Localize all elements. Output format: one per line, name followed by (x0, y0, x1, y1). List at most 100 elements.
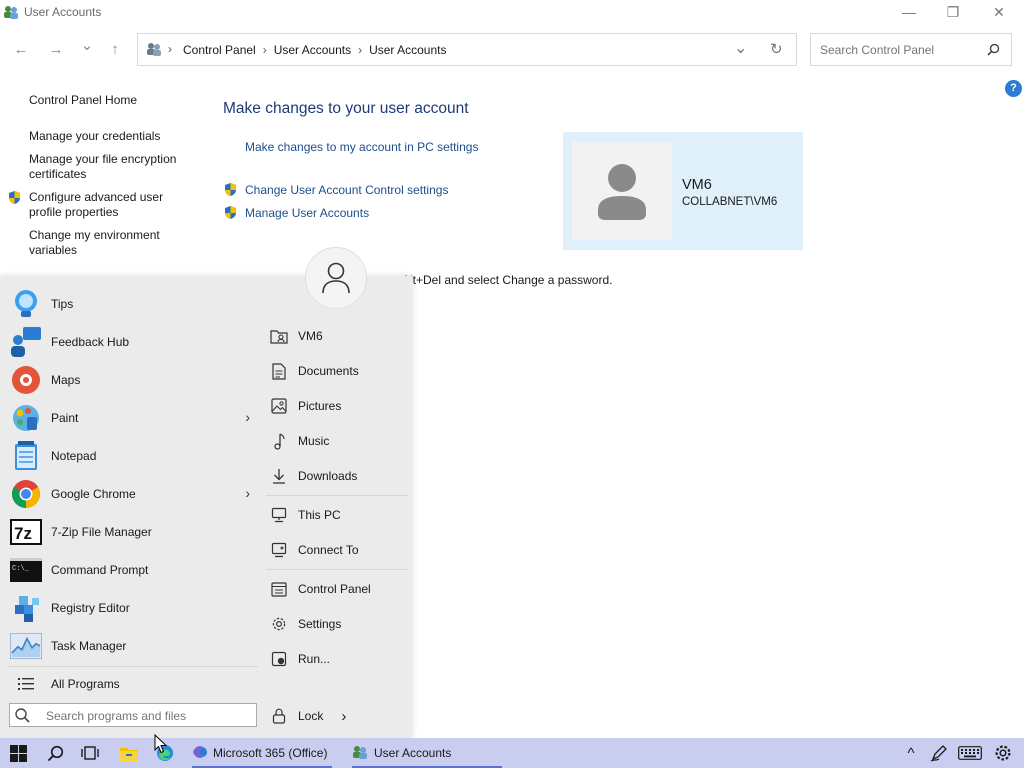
program-task-manager[interactable]: Task Manager (10, 629, 256, 663)
navigation-bar: ← → ⌄ ↑ › Control Panel › User Accounts › Us… (0, 30, 1024, 70)
program-feedback-hub[interactable]: Feedback Hub (10, 325, 256, 359)
notepad-icon (10, 440, 42, 472)
tray-overflow-chevron-icon[interactable]: ^ (900, 742, 922, 764)
mouse-cursor-icon (154, 733, 168, 757)
program-maps[interactable]: Maps (10, 363, 256, 397)
recent-locations-button[interactable]: ⌄ (77, 36, 97, 56)
start-item-music[interactable]: Music (268, 426, 408, 456)
breadcrumb-user-accounts-current[interactable]: User Accounts (369, 43, 446, 57)
submenu-chevron-icon[interactable]: › (245, 409, 250, 425)
forward-button[interactable]: → (46, 40, 66, 60)
back-button[interactable]: ← (11, 40, 31, 60)
start-item-this-pc[interactable]: This PC (268, 500, 408, 530)
uac-shield-icon (7, 190, 22, 208)
address-bar[interactable]: › Control Panel › User Accounts › User Accou… (137, 33, 797, 66)
touch-keyboard-icon[interactable] (957, 742, 983, 764)
minimize-button[interactable]: — (886, 0, 932, 24)
start-button-windows-icon[interactable] (7, 742, 29, 764)
start-item-documents[interactable]: Documents (268, 356, 408, 386)
program-7zip[interactable]: 7z 7-Zip File Manager (10, 515, 256, 549)
pen-ink-icon[interactable] (928, 742, 950, 764)
svg-text:C:\_: C:\_ (12, 565, 30, 573)
taskbar-app-microsoft-365[interactable]: Microsoft 365 (Office) (192, 738, 337, 768)
lock-label: Lock (298, 709, 324, 723)
breadcrumb-user-accounts[interactable]: User Accounts (274, 43, 351, 57)
control-panel-location-icon (146, 41, 162, 60)
task-view-icon[interactable] (79, 742, 101, 764)
start-item-vm6[interactable]: VM6 (268, 321, 408, 351)
program-label: 7-Zip File Manager (51, 525, 152, 539)
breadcrumb-control-panel[interactable]: Control Panel (183, 43, 256, 57)
start-item-label: Control Panel (298, 582, 371, 596)
program-notepad[interactable]: Notepad (10, 439, 256, 473)
taskbar-app-user-accounts[interactable]: User Accounts (352, 738, 502, 768)
search-control-panel-box[interactable] (810, 33, 1012, 66)
search-icon[interactable] (987, 43, 1000, 59)
change-password-hint: +Alt+Del and select Change a password. (395, 273, 613, 287)
music-icon (268, 430, 290, 452)
start-menu: Tips Feedback Hub Maps Paint › Notepad G… (0, 247, 412, 738)
user-accounts-taskbar-icon (352, 744, 368, 763)
program-registry-editor[interactable]: Registry Editor (10, 591, 256, 625)
start-search-input[interactable] (44, 708, 248, 724)
uac-settings-link[interactable]: Change User Account Control settings (245, 183, 448, 197)
start-item-run[interactable]: Run... (268, 644, 408, 674)
start-item-downloads[interactable]: Downloads (268, 461, 408, 491)
program-label: Notepad (51, 449, 97, 463)
sidebar-item-control-panel-home[interactable]: Control Panel Home (29, 93, 199, 108)
program-google-chrome[interactable]: Google Chrome › (10, 477, 256, 511)
file-explorer-icon[interactable] (118, 742, 140, 764)
taskbar-app-label: User Accounts (374, 746, 452, 760)
program-paint[interactable]: Paint › (10, 401, 256, 435)
taskbar-app-label: Microsoft 365 (Office) (213, 746, 328, 760)
search-control-panel-input[interactable] (818, 42, 982, 58)
taskbar-search-icon[interactable] (44, 742, 66, 764)
settings-gear-icon (268, 613, 290, 635)
address-dropdown-icon[interactable]: ⌄ (734, 38, 747, 58)
submenu-chevron-icon[interactable]: › (245, 485, 250, 501)
sidebar-item-file-encryption[interactable]: Manage your file encryption certificates (29, 152, 189, 182)
all-programs-label: All Programs (51, 677, 120, 691)
user-avatar (572, 142, 672, 240)
program-command-prompt[interactable]: C:\_ Command Prompt (10, 553, 256, 587)
lock-button[interactable]: Lock › (268, 701, 358, 731)
search-icon (14, 707, 30, 726)
sidebar-item-manage-credentials[interactable]: Manage your credentials (29, 129, 199, 144)
manage-user-accounts-link[interactable]: Manage User Accounts (245, 206, 369, 220)
program-tips[interactable]: Tips (10, 287, 256, 321)
help-icon[interactable]: ? (1005, 80, 1022, 97)
start-item-pictures[interactable]: Pictures (268, 391, 408, 421)
user-account-card: VM6 COLLABNET\VM6 (563, 132, 803, 250)
taskbar-settings-gear-icon[interactable] (992, 742, 1014, 764)
pc-settings-link[interactable]: Make changes to my account in PC setting… (245, 140, 478, 154)
tips-icon (10, 288, 42, 320)
window-title: User Accounts (24, 5, 102, 19)
sidebar-item-environment-variables[interactable]: Change my environment variables (29, 228, 179, 258)
maps-icon (10, 364, 42, 396)
all-programs-button[interactable]: All Programs (10, 667, 256, 701)
up-button[interactable]: ↑ (105, 40, 125, 60)
all-programs-list-icon (10, 668, 42, 700)
start-item-connect-to[interactable]: Connect To (268, 535, 408, 565)
chrome-icon (10, 478, 42, 510)
start-search-box[interactable] (9, 703, 257, 727)
program-label: Command Prompt (51, 563, 149, 577)
start-item-control-panel[interactable]: Control Panel (268, 574, 408, 604)
start-item-settings[interactable]: Settings (268, 609, 408, 639)
lock-options-chevron-icon[interactable]: › (341, 708, 346, 725)
start-item-label: This PC (298, 508, 341, 522)
breadcrumb: Control Panel › User Accounts › User Account… (183, 43, 446, 57)
start-menu-user-avatar[interactable] (305, 247, 367, 309)
program-label: Maps (51, 373, 81, 387)
close-button[interactable]: ✕ (976, 0, 1022, 24)
program-label: Registry Editor (51, 601, 130, 615)
maximize-button[interactable]: ❐ (930, 0, 976, 24)
sidebar-item-advanced-profile[interactable]: Configure advanced user profile properti… (29, 190, 179, 220)
title-bar: User Accounts — ❐ ✕ (0, 0, 1024, 24)
start-item-label: Documents (298, 364, 359, 378)
uac-shield-icon (223, 205, 238, 223)
refresh-icon[interactable]: ↻ (770, 40, 783, 58)
breadcrumb-root-chevron-icon: › (168, 42, 172, 56)
breadcrumb-separator-icon: › (262, 43, 267, 57)
run-icon (268, 648, 290, 670)
